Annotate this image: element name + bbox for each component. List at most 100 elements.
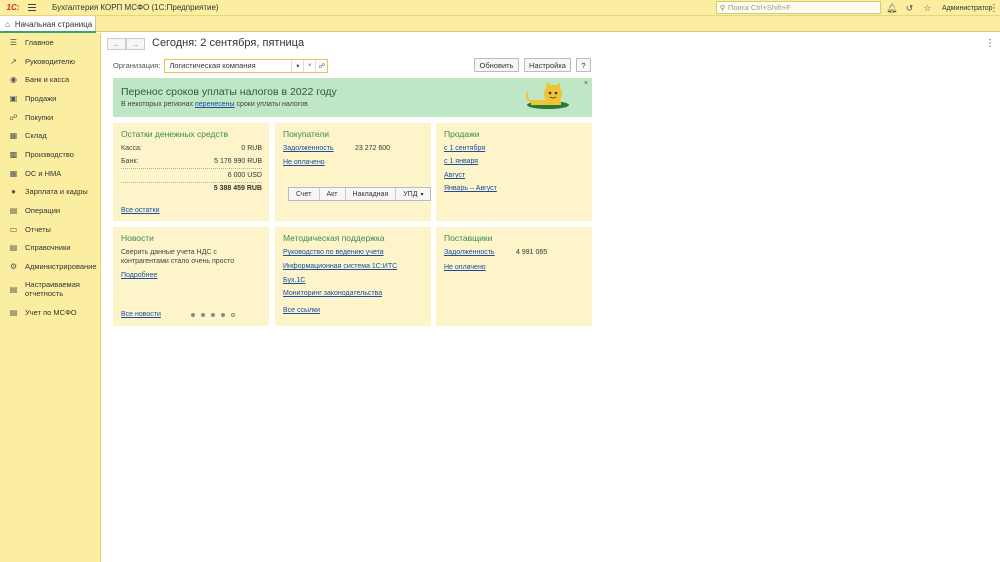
sidebar-item-main[interactable]: ☰ Главное: [0, 33, 100, 52]
sidebar-item-production[interactable]: ▩ Производство: [0, 145, 100, 164]
banner-link[interactable]: перенесены: [195, 101, 235, 108]
sales-link[interactable]: Август: [444, 172, 465, 179]
sidebar-item-label: Продажи: [25, 93, 57, 103]
sales-link[interactable]: Январь – Август: [444, 185, 497, 192]
banner-text: сроки уплаты налогов: [234, 101, 308, 108]
sidebar-item-catalogs[interactable]: ▤ Справочники: [0, 239, 100, 258]
more-menu-icon[interactable]: ⋮: [989, 0, 999, 16]
sidebar-item-warehouse[interactable]: ▦ Склад: [0, 126, 100, 145]
refresh-button[interactable]: Обновить: [474, 58, 519, 72]
all-links-link[interactable]: Все ссылки: [283, 307, 320, 314]
suppliers-title: Поставщики: [444, 233, 493, 243]
suppliers-unpaid-link[interactable]: Не оплачено: [444, 264, 486, 271]
buyers-unpaid-link[interactable]: Не оплачено: [283, 159, 325, 166]
history-icon[interactable]: ↺: [904, 3, 915, 14]
sidebar-item-label: Руководителю: [25, 56, 76, 66]
chevron-down-icon: ▾: [420, 191, 424, 198]
sales-tile: Продажи с 1 сентября с 1 января Август Я…: [436, 123, 592, 221]
tab-home[interactable]: ⌂ Начальная страница: [0, 16, 96, 33]
page-dot-current[interactable]: [231, 313, 235, 317]
tab-label: Начальная страница: [14, 19, 93, 29]
banner-close-icon[interactable]: ×: [584, 80, 588, 87]
org-label: Организация:: [113, 61, 161, 70]
sidebar-item-label: Склад: [25, 131, 47, 141]
sidebar-item-label: Главное: [25, 37, 54, 47]
sidebar-item-label: Отчеты: [25, 224, 51, 234]
page-title: Сегодня: 2 сентября, пятница: [152, 37, 305, 49]
star-icon[interactable]: ☆: [922, 3, 933, 14]
sidebar-item-manager[interactable]: ↗ Руководителю: [0, 52, 100, 71]
news-tile: Новости Сверить данные учета НДС с контр…: [113, 227, 269, 326]
org-value[interactable]: Логистическая компания: [165, 61, 291, 70]
search-placeholder: Поиск Ctrl+Shift+F: [728, 3, 791, 12]
suppliers-debt-link[interactable]: Задолженность: [444, 249, 495, 256]
sidebar-item-ifrs[interactable]: ▤ Учет по МСФО: [0, 303, 100, 322]
settings-button[interactable]: Настройка: [524, 58, 571, 72]
page-dot[interactable]: [201, 313, 205, 317]
sidebar-item-bank[interactable]: ◉ Банк и касса: [0, 70, 100, 89]
news-title: Новости: [121, 233, 154, 243]
forward-button[interactable]: →: [126, 38, 145, 50]
buyers-debt-link[interactable]: Задолженность: [283, 145, 334, 152]
sidebar-item-custom-reports[interactable]: ▤ Настраиваемая отчетность: [0, 276, 100, 303]
support-link[interactable]: Руководство по ведению учета: [283, 249, 384, 256]
custom-report-icon: ▤: [9, 284, 18, 294]
main-area: ← → Сегодня: 2 сентября, пятница ⋮ Орган…: [101, 33, 1000, 562]
help-button[interactable]: ?: [576, 58, 591, 72]
page-dot[interactable]: [221, 313, 225, 317]
news-text: Сверить данные учета НДС с контрагентами…: [121, 249, 235, 265]
sidebar-item-label: Справочники: [25, 243, 71, 253]
page-dot[interactable]: [191, 313, 195, 317]
books-icon: ▤: [9, 243, 18, 253]
bell-icon[interactable]: 🔔︎: [886, 3, 897, 14]
cat-illustration-icon: [526, 82, 569, 109]
sales-link[interactable]: с 1 сентября: [444, 145, 485, 152]
sidebar-item-purchases[interactable]: ☍ Покупки: [0, 108, 100, 127]
bank-label: Банк:: [121, 158, 139, 165]
clear-icon[interactable]: ×: [303, 59, 315, 72]
support-link[interactable]: Бух.1С: [283, 277, 305, 284]
global-search-input[interactable]: ⚲ Поиск Ctrl+Shift+F: [716, 1, 881, 14]
act-button[interactable]: Акт: [320, 188, 346, 200]
sidebar-item-operations[interactable]: ▤ Операции: [0, 201, 100, 220]
gear-icon: ⚙: [9, 262, 18, 272]
sidebar-item-reports[interactable]: ▭ Отчеты: [0, 220, 100, 239]
sidebar-item-label: Администрирование: [25, 262, 97, 272]
sidebar-item-salary[interactable]: ● Зарплата и кадры: [0, 183, 100, 202]
dropdown-icon[interactable]: ▾: [291, 59, 303, 72]
invoice-button[interactable]: Счет: [289, 188, 320, 200]
cash-balances-tile: Остатки денежных средств Касса: 0 RUB Ба…: [113, 123, 269, 221]
hamburger-menu-icon[interactable]: [28, 0, 42, 16]
support-title: Методическая поддержка: [283, 233, 385, 243]
sidebar-item-admin[interactable]: ⚙ Администрирование: [0, 257, 100, 276]
assets-icon: ▦: [9, 168, 18, 178]
org-field[interactable]: Логистическая компания ▾ × ☍: [164, 58, 329, 73]
support-link[interactable]: Мониторинг законодательства: [283, 290, 382, 297]
user-name[interactable]: Администратор: [942, 5, 993, 12]
tax-deadline-banner: Перенос сроков уплаты налогов в 2022 год…: [113, 78, 592, 117]
back-button[interactable]: ←: [107, 38, 126, 50]
page-dot[interactable]: [211, 313, 215, 317]
support-link[interactable]: Информационная система 1С:ИТС: [283, 263, 397, 270]
banner-title: Перенос сроков уплаты налогов в 2022 год…: [121, 86, 337, 98]
tab-strip: ⌂ Начальная страница: [0, 16, 1000, 33]
sidebar-item-assets[interactable]: ▦ ОС и НМА: [0, 164, 100, 183]
buyers-debt-value: 23 272 600: [355, 145, 391, 152]
sidebar-item-sales[interactable]: ▣ Продажи: [0, 89, 100, 108]
sidebar-item-label: Покупки: [25, 112, 54, 122]
upd-button[interactable]: УПД ▾: [396, 188, 430, 200]
operations-icon: ▤: [9, 206, 18, 216]
usd-value: 6 000 USD: [227, 172, 262, 179]
all-balances-link[interactable]: Все остатки: [121, 207, 159, 214]
news-more-link[interactable]: Подробнее: [121, 272, 157, 279]
page-more-icon[interactable]: ⋮: [985, 38, 995, 49]
all-news-link[interactable]: Все новости: [121, 311, 161, 318]
banner-text: В некоторых регионах: [121, 101, 195, 108]
open-icon[interactable]: ☍: [315, 59, 327, 72]
sales-link[interactable]: с 1 января: [444, 158, 478, 165]
total-value: 5 388 459 RUB: [213, 185, 262, 192]
reports-icon: ▭: [9, 224, 18, 234]
kassa-label: Касса:: [121, 145, 142, 152]
waybill-button[interactable]: Накладная: [346, 188, 397, 200]
divider: [121, 168, 262, 169]
